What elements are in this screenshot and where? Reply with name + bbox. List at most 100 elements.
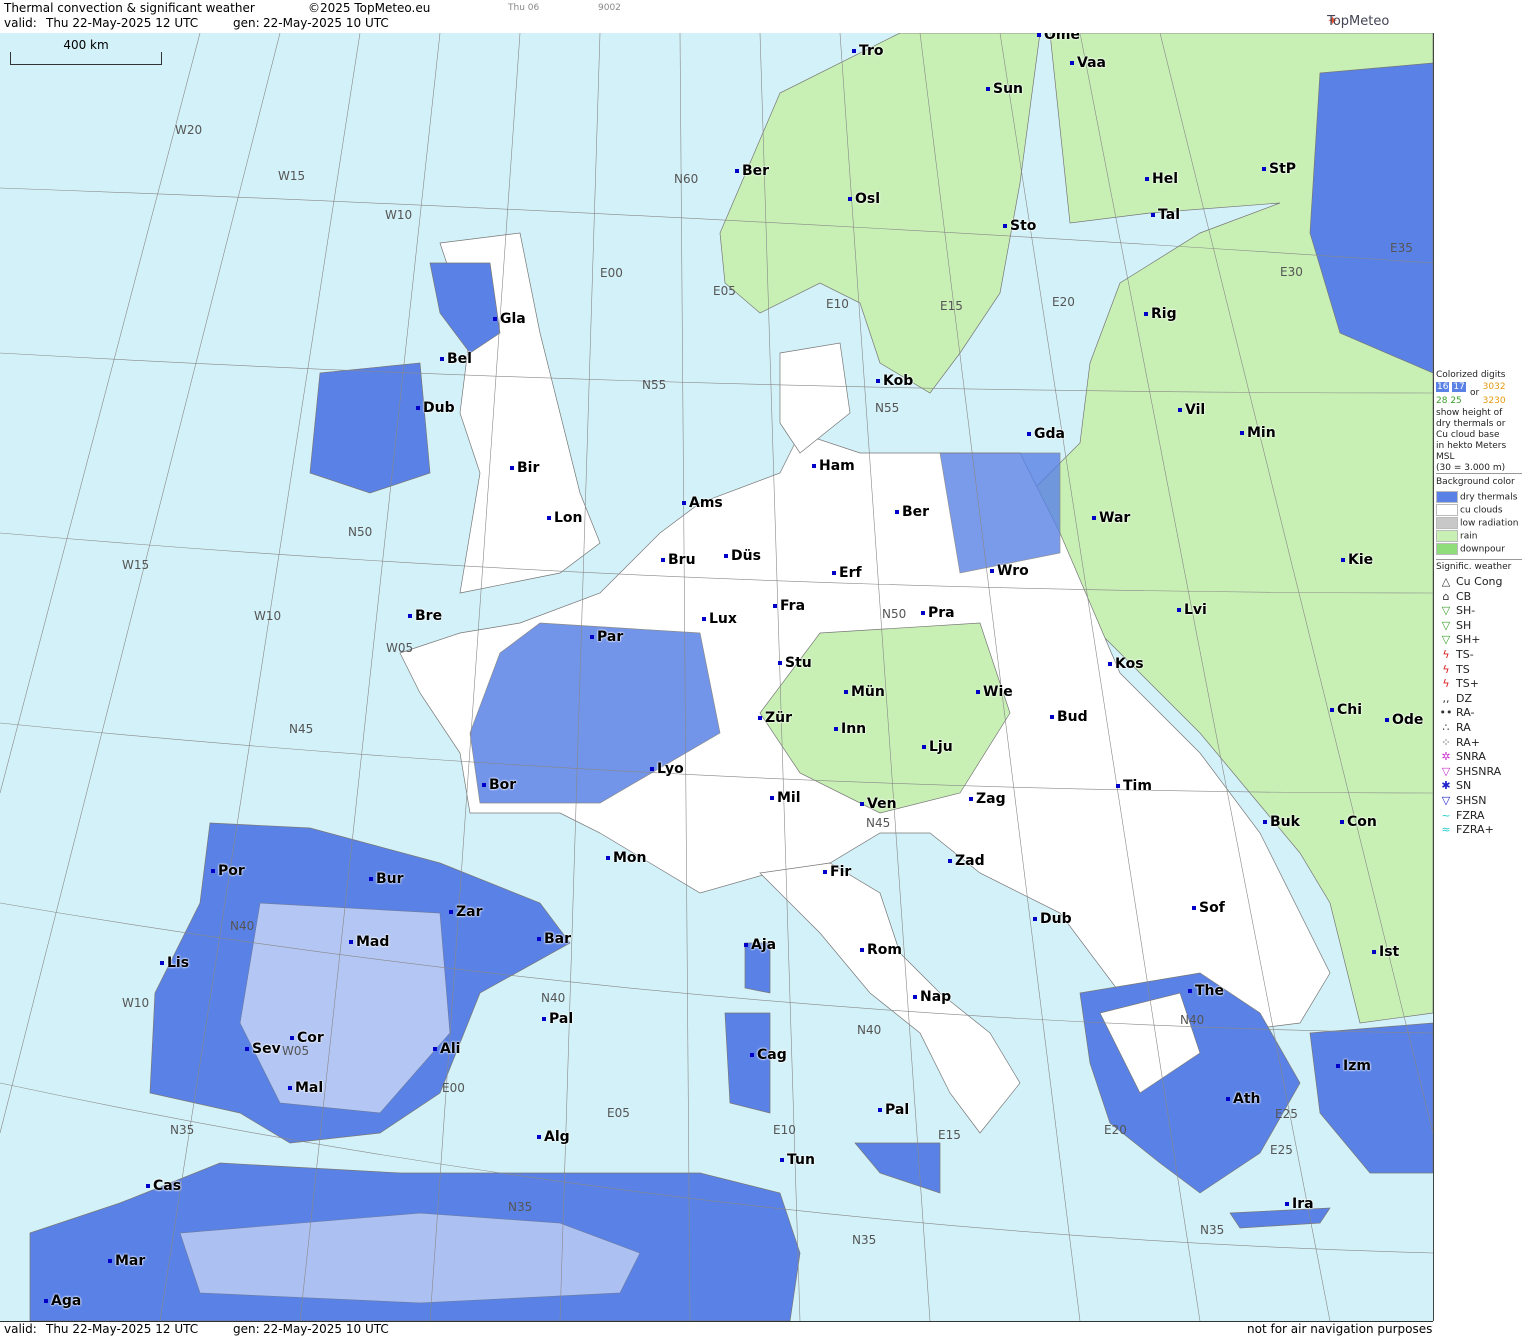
city-label: Por bbox=[211, 863, 245, 879]
city-name: Aja bbox=[751, 937, 777, 953]
small-label-2: 9002 bbox=[598, 3, 621, 13]
weather-map[interactable]: 400 km W20 W15 W10 W15 W10 W05 W10 W05 E00 E05 E10… bbox=[0, 33, 1434, 1321]
city-marker-icon bbox=[493, 317, 497, 321]
legend-num-5: 28 bbox=[1436, 396, 1448, 406]
grid-line-label: W15 bbox=[122, 558, 150, 572]
weather-symbol-icon: ϟ bbox=[1442, 677, 1450, 691]
city-label: Tim bbox=[1116, 778, 1152, 794]
city-marker-icon bbox=[590, 635, 594, 639]
legend-swatch bbox=[1436, 491, 1458, 503]
city-label: Sto bbox=[1003, 218, 1036, 234]
city-name: Par bbox=[597, 629, 624, 645]
city-marker-icon bbox=[852, 49, 856, 53]
city-marker-icon bbox=[682, 501, 686, 505]
scale-label: 400 km bbox=[63, 38, 109, 52]
city-label: Rom bbox=[860, 942, 902, 958]
city-label: Lis bbox=[160, 955, 189, 971]
city-name: Lyo bbox=[657, 761, 684, 777]
city-label: Ome bbox=[1037, 33, 1080, 43]
city-marker-icon bbox=[778, 661, 782, 665]
legend-bg-label: downpour bbox=[1460, 544, 1505, 555]
legend-num-6: 25 bbox=[1450, 396, 1462, 406]
city-label: Pra bbox=[921, 605, 955, 621]
weather-symbol-icon: △ bbox=[1441, 575, 1451, 588]
city-marker-icon bbox=[702, 617, 706, 621]
legend-bg-item: dry thermals bbox=[1436, 491, 1517, 503]
city-marker-icon bbox=[770, 796, 774, 800]
city-name: Ham bbox=[819, 458, 855, 474]
city-marker-icon bbox=[482, 783, 486, 787]
city-name: Lon bbox=[554, 510, 583, 526]
city-label: Ber bbox=[895, 504, 929, 520]
city-name: Rig bbox=[1151, 306, 1177, 322]
city-marker-icon bbox=[976, 690, 980, 694]
valid-label: valid: bbox=[4, 16, 37, 30]
city-label: Osl bbox=[848, 191, 880, 207]
legend-wx-item: ϟ TS bbox=[1436, 662, 1469, 676]
city-name: Vaa bbox=[1077, 55, 1106, 71]
city-name: Bor bbox=[489, 777, 517, 793]
city-marker-icon bbox=[245, 1047, 249, 1051]
city-name: Zag bbox=[976, 791, 1006, 807]
legend-wx-label: RA+ bbox=[1456, 735, 1480, 749]
city-label: Zür bbox=[758, 710, 792, 726]
city-name: Tal bbox=[1158, 207, 1180, 223]
city-name: Cor bbox=[297, 1030, 324, 1046]
footer-valid-value: Thu 22-May-2025 12 UTC bbox=[46, 1322, 199, 1336]
legend-wx-label: SHSN bbox=[1456, 794, 1487, 807]
city-label: Ham bbox=[812, 458, 855, 474]
city-marker-icon bbox=[1330, 708, 1334, 712]
legend-wx-item: •• RA- bbox=[1436, 706, 1475, 720]
city-name: Pra bbox=[928, 605, 955, 621]
grid-line-label: W05 bbox=[282, 1044, 310, 1058]
city-name: Kob bbox=[883, 373, 914, 389]
city-marker-icon bbox=[606, 856, 610, 860]
city-name: Dub bbox=[423, 400, 455, 416]
grid-line-label: N35 bbox=[508, 1200, 533, 1214]
weather-symbol-icon: ϟ bbox=[1442, 662, 1450, 676]
city-marker-icon bbox=[1340, 820, 1344, 824]
city-label: Sun bbox=[986, 81, 1023, 97]
weather-symbol-icon: ▽ bbox=[1441, 764, 1451, 778]
city-label: Mon bbox=[606, 850, 647, 866]
grid-line-label: N55 bbox=[875, 401, 900, 415]
legend-swatch bbox=[1436, 504, 1458, 516]
city-marker-icon bbox=[650, 767, 654, 771]
city-name: Mon bbox=[613, 850, 647, 866]
city-label: Ode bbox=[1385, 712, 1423, 728]
city-name: Ath bbox=[1233, 1091, 1261, 1107]
legend-title: Colorized digits bbox=[1436, 370, 1506, 380]
city-label: Alg bbox=[537, 1129, 570, 1145]
city-marker-icon bbox=[1145, 177, 1149, 181]
legend-wx-item: ϟ TS+ bbox=[1436, 677, 1479, 690]
topmeteo-logo[interactable]: TopMeteo ✦ bbox=[1327, 14, 1389, 29]
city-label: Tal bbox=[1151, 207, 1180, 223]
city-name: Nap bbox=[920, 989, 952, 1005]
city-name: Gda bbox=[1034, 426, 1065, 442]
city-name: Fra bbox=[780, 598, 806, 614]
header-bar: Thermal convection & significant weather… bbox=[0, 0, 1433, 34]
city-name: Cag bbox=[757, 1047, 787, 1063]
city-marker-icon bbox=[1177, 608, 1181, 612]
city-name: Con bbox=[1347, 814, 1377, 830]
legend-bg-item: low radiation bbox=[1436, 517, 1518, 529]
city-name: Alg bbox=[544, 1129, 570, 1145]
footer-valid-label: valid: bbox=[4, 1322, 37, 1336]
legend-wx-item: ϟ TS- bbox=[1436, 648, 1473, 661]
city-marker-icon bbox=[1263, 820, 1267, 824]
city-label: Fra bbox=[773, 598, 805, 614]
legend-wx-label: SH bbox=[1456, 618, 1472, 632]
weather-symbol-icon: •• bbox=[1439, 706, 1453, 720]
city-label: Bur bbox=[369, 871, 404, 887]
city-label: Mal bbox=[288, 1080, 323, 1096]
city-marker-icon bbox=[1336, 1064, 1340, 1068]
city-marker-icon bbox=[1385, 718, 1389, 722]
grid-line-label: W20 bbox=[175, 123, 203, 137]
city-name: Lis bbox=[167, 955, 190, 971]
city-label: Pal bbox=[878, 1102, 909, 1118]
city-marker-icon bbox=[948, 859, 952, 863]
city-label: Gla bbox=[493, 311, 526, 327]
city-marker-icon bbox=[288, 1086, 292, 1090]
legend-wx-item: ✲ SNRA bbox=[1436, 750, 1486, 763]
legend-wx-label: SN bbox=[1456, 779, 1472, 793]
